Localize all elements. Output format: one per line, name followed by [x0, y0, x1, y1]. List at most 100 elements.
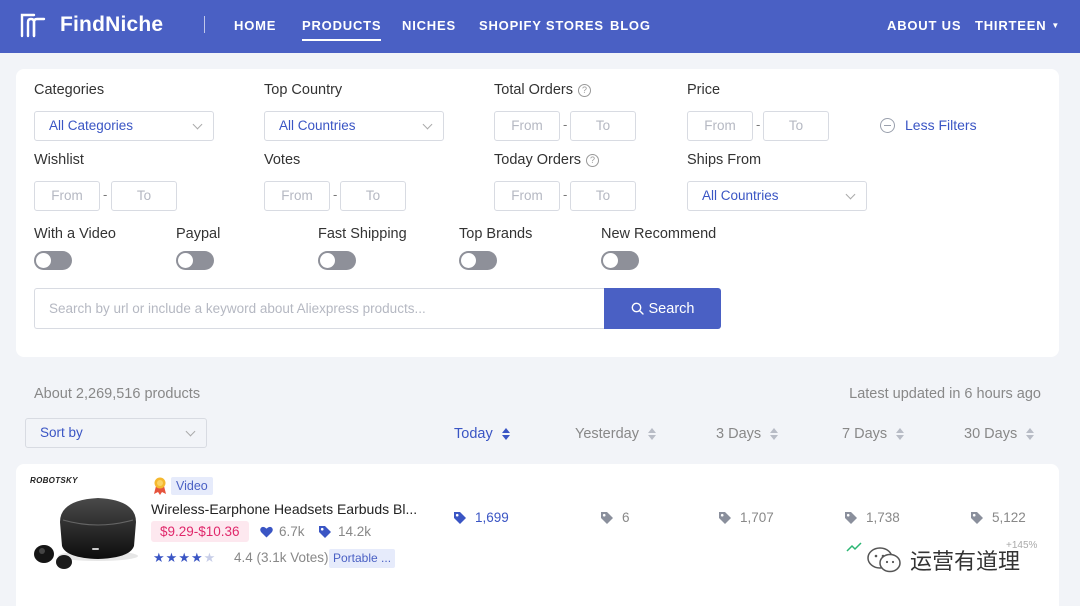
ships-from-select[interactable]: All Countries [687, 181, 867, 211]
less-filters-button[interactable]: Less Filters [880, 117, 977, 133]
column-30-days[interactable]: 30 Days [964, 426, 1035, 442]
nav-blog[interactable]: BLOG [610, 18, 651, 33]
search-icon [631, 302, 644, 315]
column-3-days-label: 3 Days [716, 426, 762, 442]
new-recommend-toggle-label: New Recommend [601, 226, 717, 242]
results-count: About 2,269,516 products [34, 386, 201, 402]
toggle-knob [461, 253, 476, 268]
top-brands-toggle[interactable] [459, 251, 497, 270]
votes-to[interactable]: To [340, 181, 406, 211]
price-tag-icon [719, 511, 731, 524]
toggle-knob [320, 253, 335, 268]
today-orders-from[interactable]: From [494, 181, 560, 211]
findniche-logo-icon [20, 13, 46, 38]
top-brands-toggle-label: Top Brands [459, 226, 533, 242]
top-country-label: Top Country [264, 82, 343, 98]
categories-select[interactable]: All Categories [34, 111, 214, 141]
range-dash: - [333, 187, 338, 202]
product-row[interactable]: ROBOTSKY Video Wireless-Earphone Headset… [16, 464, 1059, 606]
price-label: Price [687, 82, 721, 98]
today-orders-label: Today Orders? [494, 152, 600, 168]
less-filters-label: Less Filters [905, 117, 977, 133]
top-country-select[interactable]: All Countries [264, 111, 444, 141]
sort-icon [896, 428, 905, 440]
help-icon[interactable]: ? [577, 84, 591, 97]
category-tag[interactable]: Portable ... [329, 549, 396, 568]
search-input[interactable]: Search by url or include a keyword about… [34, 288, 604, 329]
price-tag-icon [454, 511, 466, 524]
video-toggle[interactable] [34, 251, 72, 270]
range-dash: - [563, 187, 568, 202]
column-today[interactable]: Today [454, 426, 510, 442]
chat-bubble-icon [867, 547, 901, 573]
fast-shipping-toggle-label: Fast Shipping [318, 226, 407, 242]
orders-today: 1,699 [453, 510, 509, 525]
paypal-toggle[interactable] [176, 251, 214, 270]
nav-about-us[interactable]: ABOUT US [887, 18, 961, 33]
logo[interactable]: FindNiche [20, 12, 163, 38]
wishlist-count: 6.7k [260, 524, 305, 539]
video-toggle-label: With a Video [34, 226, 116, 242]
heart-icon [260, 526, 273, 537]
top-country-value: All Countries [279, 118, 356, 133]
star-icon: ★ [178, 550, 190, 565]
column-yesterday[interactable]: Yesterday [575, 426, 656, 442]
trend-up-icon [846, 542, 862, 552]
star-partial-icon: ★ [203, 550, 216, 565]
orders-7-days: 1,738 [844, 510, 900, 525]
nav-products[interactable]: PRODUCTS [302, 18, 382, 41]
new-recommend-toggle[interactable] [601, 251, 639, 270]
wishlist-to[interactable]: To [111, 181, 177, 211]
wishlist-from[interactable]: From [34, 181, 100, 211]
votes-from[interactable]: From [264, 181, 330, 211]
total-orders-label-text: Total Orders [494, 82, 573, 98]
minus-circle-icon [880, 117, 895, 133]
nav-shopify-stores[interactable]: SHOPIFY STORES [479, 18, 604, 33]
total-orders-from[interactable]: From [494, 111, 560, 141]
price-from[interactable]: From [687, 111, 753, 141]
award-badge-icon [154, 477, 166, 495]
nav-niches[interactable]: NICHES [402, 18, 456, 33]
chevron-down-icon [192, 119, 203, 130]
orders-3-days: 1,707 [718, 510, 774, 525]
total-orders-label: Total Orders? [494, 82, 591, 98]
orders-yesterday-value: 6 [622, 510, 630, 525]
fast-shipping-toggle[interactable] [318, 251, 356, 270]
nav-divider [204, 16, 205, 33]
price-tag-icon [845, 511, 857, 524]
search-button-label: Search [648, 300, 695, 317]
nav-home[interactable]: HOME [234, 18, 276, 33]
filter-panel: Categories All Categories Top Country Al… [16, 69, 1059, 357]
today-orders-to[interactable]: To [570, 181, 636, 211]
star-icon: ★ [153, 550, 165, 565]
column-yesterday-label: Yesterday [575, 426, 639, 442]
chevron-down-icon [185, 426, 196, 437]
product-title[interactable]: Wireless-Earphone Headsets Earbuds Bl... [151, 501, 417, 517]
column-3-days[interactable]: 3 Days [716, 426, 779, 442]
orders-today-value: 1,699 [475, 510, 509, 525]
categories-value: All Categories [49, 118, 134, 133]
total-orders-value: 14.2k [338, 524, 372, 539]
video-tag[interactable]: Video [171, 477, 213, 495]
votes-label: Votes [264, 152, 301, 168]
column-7-days-label: 7 Days [842, 426, 888, 442]
rating-text: 4.4 (3.1k Votes) [234, 550, 329, 565]
total-orders-to[interactable]: To [570, 111, 636, 141]
star-icon: ★ [190, 550, 203, 565]
price-tag-icon [319, 525, 331, 538]
toggle-knob [36, 253, 51, 268]
product-price: $9.29-$10.36 [151, 521, 249, 542]
ships-from-value: All Countries [702, 188, 779, 203]
column-7-days[interactable]: 7 Days [842, 426, 905, 442]
range-dash: - [756, 117, 761, 132]
help-icon[interactable]: ? [586, 154, 600, 167]
search-button[interactable]: Search [604, 288, 721, 329]
wishlist-value: 6.7k [279, 524, 305, 539]
sort-by-select[interactable]: Sort by [25, 418, 207, 448]
range-dash: - [103, 187, 108, 202]
product-image[interactable]: ROBOTSKY [30, 474, 142, 574]
column-30-days-label: 30 Days [964, 426, 1018, 442]
caret-down-icon: ▼ [1051, 21, 1061, 30]
price-to[interactable]: To [763, 111, 829, 141]
user-menu[interactable]: THIRTEEN ▼ [975, 18, 1060, 33]
